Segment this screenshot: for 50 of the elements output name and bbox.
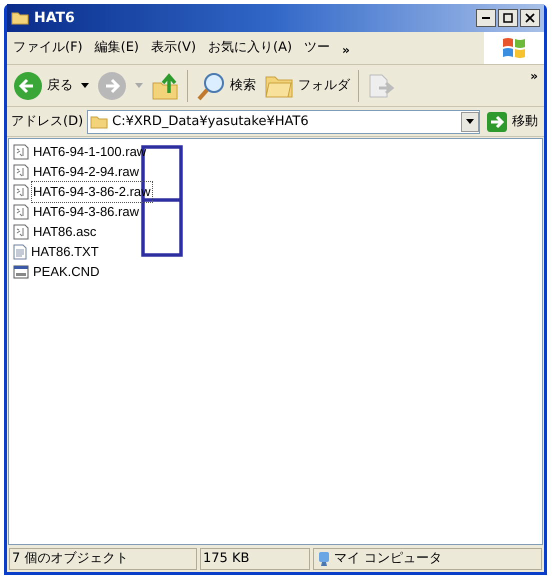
- text-file-icon: [13, 244, 27, 260]
- window-title: HAT6: [34, 8, 75, 28]
- total-size: 175 KB: [200, 548, 310, 570]
- computer-icon: [318, 551, 330, 567]
- minimize-icon: [481, 17, 491, 19]
- maximize-button[interactable]: [498, 9, 518, 27]
- object-count: 7 個のオブジェクト: [9, 548, 197, 570]
- file-icon: [13, 204, 29, 220]
- folder-icon: [11, 11, 29, 25]
- minimize-button[interactable]: [476, 9, 496, 27]
- file-item[interactable]: HAT86.asc: [13, 223, 152, 241]
- go-button[interactable]: 移動: [484, 110, 540, 132]
- menu-item[interactable]: 表示(V): [150, 38, 196, 58]
- folder-up-icon[interactable]: [151, 70, 179, 100]
- file-item[interactable]: HAT6-94-2-94.raw: [13, 163, 152, 181]
- search-icon: [196, 70, 226, 100]
- windows-logo-icon: [501, 36, 527, 60]
- folder-icon: [90, 114, 108, 128]
- location-label: マイ コンピュータ: [334, 550, 442, 568]
- caret-icon: [466, 119, 474, 124]
- folders-button[interactable]: フォルダ: [264, 72, 350, 98]
- menu-item[interactable]: ツー: [304, 38, 330, 58]
- close-icon: [525, 13, 535, 23]
- window-file-icon: [13, 264, 29, 280]
- file-item[interactable]: HAT86.TXT: [13, 243, 152, 261]
- menu-item[interactable]: ファイル(F): [13, 38, 83, 58]
- file-name: PEAK.CND: [32, 263, 100, 282]
- menu-item[interactable]: お気に入り(A): [208, 38, 292, 58]
- file-name: HAT6-94-2-94.raw: [32, 163, 140, 182]
- file-name: HAT6-94-3-86.raw: [32, 203, 140, 222]
- close-button[interactable]: [520, 9, 540, 27]
- maximize-icon: [503, 13, 513, 23]
- file-icon: [13, 144, 29, 160]
- overflow-chevron[interactable]: »: [342, 40, 350, 58]
- back-button[interactable]: 戻る: [13, 70, 73, 100]
- file-icon: [13, 224, 29, 240]
- overflow-chevron[interactable]: »: [530, 67, 538, 85]
- dropdown-button[interactable]: [461, 112, 479, 132]
- file-icon: [13, 164, 29, 180]
- dropdown-caret-icon[interactable]: [81, 82, 89, 88]
- address-field[interactable]: C:¥XRD_Data¥yasutake¥HAT6: [87, 110, 480, 134]
- address-value: C:¥XRD_Data¥yasutake¥HAT6: [112, 112, 310, 131]
- file-name: HAT86.asc: [32, 223, 98, 242]
- file-item[interactable]: HAT6-94-3-86.raw: [13, 203, 152, 221]
- file-item[interactable]: PEAK.CND: [13, 263, 152, 281]
- menu-item[interactable]: 編集(E): [94, 38, 139, 58]
- file-icon: [13, 184, 29, 200]
- search-button[interactable]: 検索: [196, 70, 256, 100]
- address-label: アドレス(D): [11, 112, 84, 131]
- file-name: HAT86.TXT: [30, 243, 100, 262]
